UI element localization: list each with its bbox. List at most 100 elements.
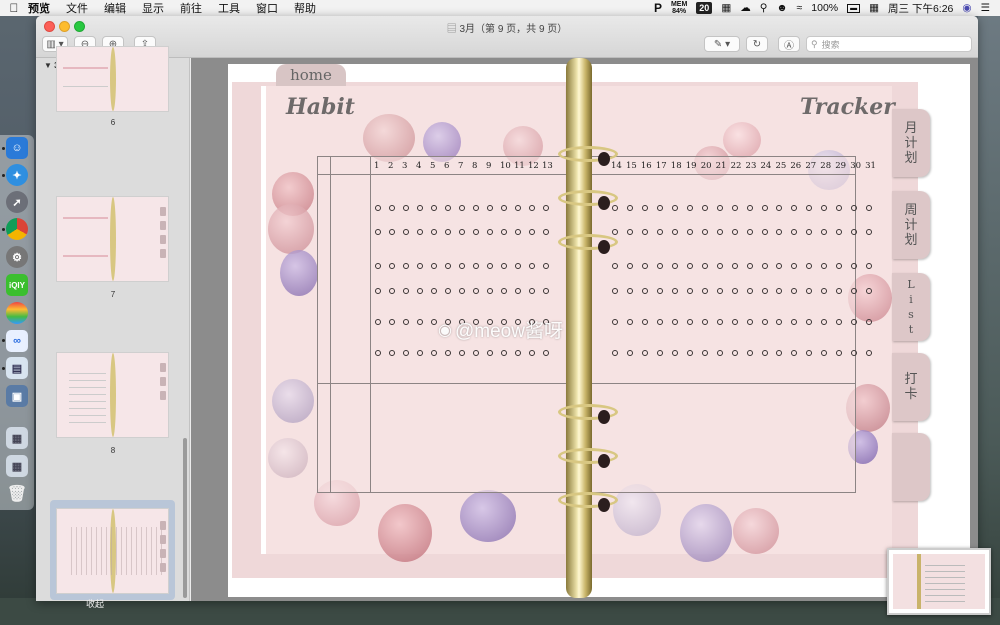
habit-checkbox[interactable] bbox=[375, 319, 381, 325]
habit-checkbox[interactable] bbox=[671, 350, 678, 356]
habit-checkbox[interactable] bbox=[806, 263, 813, 269]
habit-checkbox[interactable] bbox=[445, 205, 451, 211]
habit-checkbox[interactable] bbox=[473, 288, 479, 294]
habit-checkbox[interactable] bbox=[431, 319, 437, 325]
habit-checkbox[interactable] bbox=[529, 288, 535, 294]
habit-checkbox[interactable] bbox=[473, 205, 479, 211]
habit-checkbox[interactable] bbox=[731, 350, 738, 356]
habit-checkbox[interactable] bbox=[761, 350, 768, 356]
memory-status[interactable]: MEM 84% bbox=[671, 1, 687, 15]
habit-checkbox[interactable] bbox=[515, 288, 521, 294]
habit-checkbox[interactable] bbox=[375, 288, 381, 294]
habit-checkbox[interactable] bbox=[731, 205, 738, 211]
habit-checkbox[interactable] bbox=[671, 229, 678, 235]
habit-checkbox[interactable] bbox=[501, 263, 507, 269]
habit-checkbox[interactable] bbox=[821, 229, 828, 235]
safari-icon[interactable]: ✦ bbox=[6, 164, 28, 186]
habit-checkbox[interactable] bbox=[473, 263, 479, 269]
habit-checkbox[interactable] bbox=[716, 229, 723, 235]
habit-checkbox[interactable] bbox=[501, 229, 507, 235]
wifi-icon[interactable]: ≈ bbox=[797, 2, 803, 14]
habit-checkbox[interactable] bbox=[701, 263, 708, 269]
habit-checkbox[interactable] bbox=[836, 288, 843, 294]
habit-checkbox[interactable] bbox=[761, 319, 768, 325]
iqiyi-icon[interactable]: iQIY bbox=[6, 274, 28, 296]
page-thumbnail-6[interactable] bbox=[56, 46, 169, 112]
habit-checkbox[interactable] bbox=[626, 350, 633, 356]
habit-checkbox[interactable] bbox=[641, 288, 648, 294]
menu-edit[interactable]: 编辑 bbox=[104, 0, 126, 16]
rotate-button[interactable]: ↻ bbox=[746, 36, 768, 52]
habit-checkbox[interactable] bbox=[836, 205, 843, 211]
habit-checkbox[interactable] bbox=[543, 229, 549, 235]
habit-checkbox[interactable] bbox=[389, 288, 395, 294]
menu-go[interactable]: 前往 bbox=[180, 0, 202, 16]
p-status-icon[interactable]: P bbox=[654, 1, 662, 15]
habit-checkbox[interactable] bbox=[431, 288, 437, 294]
habit-checkbox[interactable] bbox=[431, 229, 437, 235]
habit-checkbox[interactable] bbox=[776, 288, 783, 294]
habit-checkbox[interactable] bbox=[821, 263, 828, 269]
clock[interactable]: 周三 下午6:26 bbox=[888, 1, 953, 16]
habit-checkbox[interactable] bbox=[731, 288, 738, 294]
habit-checkbox[interactable] bbox=[459, 205, 465, 211]
finder-icon[interactable]: ☺ bbox=[6, 137, 28, 159]
habit-checkbox[interactable] bbox=[403, 319, 409, 325]
document-icon-2[interactable]: ▦ bbox=[6, 455, 28, 477]
habit-checkbox[interactable] bbox=[656, 288, 663, 294]
habit-checkbox[interactable] bbox=[731, 319, 738, 325]
habit-checkbox[interactable] bbox=[431, 205, 437, 211]
menu-tools[interactable]: 工具 bbox=[218, 0, 240, 16]
habit-checkbox[interactable] bbox=[417, 350, 423, 356]
habit-checkbox[interactable] bbox=[821, 288, 828, 294]
battery-icon[interactable]: ▬ bbox=[847, 3, 861, 13]
habit-checkbox[interactable] bbox=[821, 319, 828, 325]
habit-checkbox[interactable] bbox=[701, 288, 708, 294]
habit-checkbox[interactable] bbox=[403, 263, 409, 269]
baidu-netdisk-icon[interactable]: ∞ bbox=[6, 330, 28, 352]
ghost-icon[interactable]: ☻ bbox=[776, 2, 787, 14]
habit-checkbox[interactable] bbox=[445, 350, 451, 356]
habit-checkbox[interactable] bbox=[686, 229, 693, 235]
tab-monthly-plan[interactable]: 月 计 划 bbox=[892, 109, 930, 177]
habit-checkbox[interactable] bbox=[716, 288, 723, 294]
habit-checkbox[interactable] bbox=[806, 229, 813, 235]
habit-checkbox[interactable] bbox=[626, 319, 633, 325]
habit-checkbox[interactable] bbox=[626, 229, 633, 235]
menu-view[interactable]: 显示 bbox=[142, 0, 164, 16]
habit-checkbox[interactable] bbox=[716, 205, 723, 211]
habit-checkbox[interactable] bbox=[612, 229, 618, 235]
habit-checkbox[interactable] bbox=[656, 263, 663, 269]
cloud-icon[interactable]: ☁ bbox=[740, 2, 751, 14]
habit-checkbox[interactable] bbox=[806, 350, 813, 356]
habit-checkbox[interactable] bbox=[431, 263, 437, 269]
menu-app[interactable]: 预览 bbox=[28, 0, 50, 16]
markup-toolbar-button[interactable]: Ⓐ bbox=[778, 36, 800, 52]
habit-checkbox[interactable] bbox=[731, 263, 738, 269]
habit-checkbox[interactable] bbox=[417, 319, 423, 325]
habit-checkbox[interactable] bbox=[626, 263, 633, 269]
menu-help[interactable]: 帮助 bbox=[294, 0, 316, 16]
search-spotlight-icon[interactable]: ⚲ bbox=[760, 2, 768, 14]
habit-checkbox[interactable] bbox=[543, 288, 549, 294]
habit-checkbox[interactable] bbox=[776, 205, 783, 211]
tab-weekly-plan[interactable]: 周 计 划 bbox=[892, 191, 930, 259]
habit-checkbox[interactable] bbox=[791, 263, 798, 269]
habit-checkbox[interactable] bbox=[403, 229, 409, 235]
habit-checkbox[interactable] bbox=[417, 205, 423, 211]
habit-checkbox[interactable] bbox=[612, 205, 618, 211]
habit-checkbox[interactable] bbox=[821, 205, 828, 211]
habit-checkbox[interactable] bbox=[375, 263, 381, 269]
habit-checkbox[interactable] bbox=[821, 350, 828, 356]
habit-checkbox[interactable] bbox=[746, 319, 753, 325]
habit-checkbox[interactable] bbox=[746, 229, 753, 235]
tab-list[interactable]: L i s t bbox=[892, 273, 930, 341]
habit-checkbox[interactable] bbox=[403, 205, 409, 211]
habit-checkbox[interactable] bbox=[761, 229, 768, 235]
habit-checkbox[interactable] bbox=[806, 205, 813, 211]
habit-checkbox[interactable] bbox=[656, 205, 663, 211]
habit-checkbox[interactable] bbox=[403, 350, 409, 356]
rainbow-app-icon[interactable] bbox=[6, 302, 28, 324]
habit-checkbox[interactable] bbox=[701, 229, 708, 235]
habit-checkbox[interactable] bbox=[656, 229, 663, 235]
